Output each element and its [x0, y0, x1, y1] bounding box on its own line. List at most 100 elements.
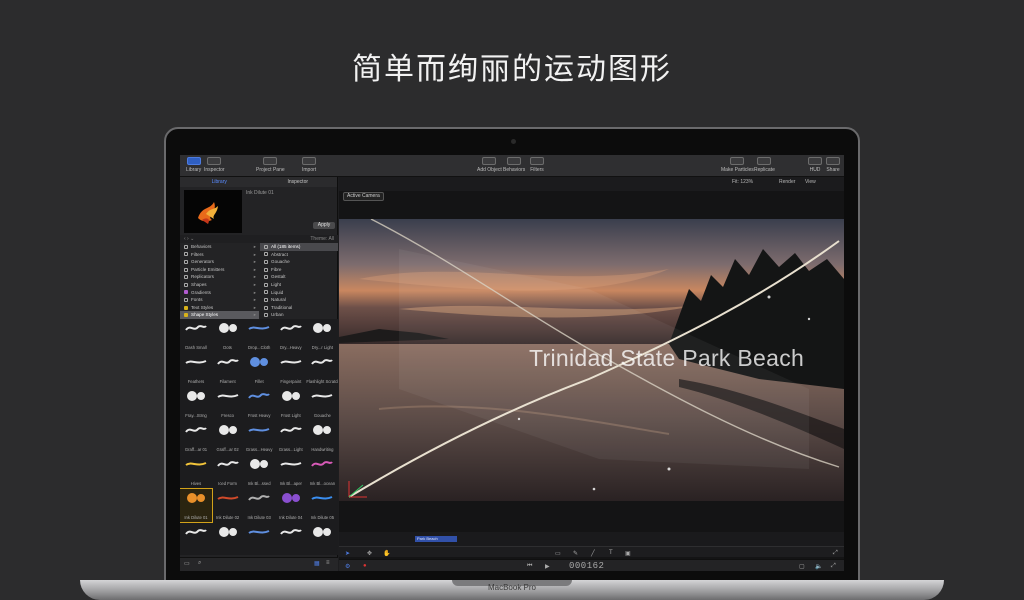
list-item[interactable]: Flashlight Scratch [306, 353, 338, 386]
tab-inspector[interactable]: Inspector [259, 177, 338, 187]
list-item[interactable]: Frost Heavy [243, 387, 275, 420]
list-item[interactable]: Text Styles ▸ [180, 304, 259, 312]
view-menu[interactable]: View [805, 179, 816, 185]
import-button[interactable]: Import [302, 157, 316, 173]
list-item[interactable]: Ink Bl...ssed [243, 455, 275, 488]
theme-filter[interactable]: Theme: All [310, 235, 334, 243]
chevron-right-icon: ▸ [253, 297, 256, 303]
list-item[interactable] [212, 523, 244, 556]
list-item[interactable]: Fibre [260, 266, 338, 274]
share-button[interactable]: Share [826, 157, 840, 173]
behaviors-button[interactable]: Behaviors [503, 157, 525, 173]
timeline-clip[interactable]: Park Beach [415, 536, 457, 542]
list-item[interactable]: Dry...Heavy [275, 319, 307, 352]
list-item[interactable]: Fingerpaint [275, 353, 307, 386]
volume-icon[interactable]: 🔈 [815, 563, 822, 570]
fullscreen-icon[interactable]: ⤢ [831, 563, 836, 570]
list-item[interactable]: Ink Dilute 03 [243, 489, 275, 522]
tab-library[interactable]: Library [180, 177, 259, 187]
mask-tool-icon[interactable]: ▣ [625, 550, 631, 557]
list-item[interactable]: All (185 items) [260, 243, 338, 251]
composition-canvas[interactable]: Trinidad State Park Beach [339, 219, 844, 501]
folder-icon[interactable]: ▭ [184, 560, 190, 567]
hand-tool-icon[interactable]: ✋ [383, 550, 390, 557]
list-item[interactable]: Fray...Strng [180, 387, 212, 420]
replicate-button[interactable]: Replicate [754, 157, 775, 173]
list-item[interactable] [275, 523, 307, 556]
pen-tool-icon[interactable]: ✎ [573, 550, 578, 557]
list-item[interactable]: Ink Bl...ocean [306, 455, 338, 488]
grid-item-label: Dry...r Light [311, 345, 334, 350]
timecode-display[interactable]: 000162 [569, 561, 604, 571]
record-options-icon[interactable]: ⚙ [345, 563, 350, 570]
list-item[interactable]: Gouache [306, 387, 338, 420]
list-item[interactable]: Urban [260, 311, 338, 319]
list-item[interactable]: Light [260, 281, 338, 289]
list-item[interactable]: Fresco [212, 387, 244, 420]
add-object-button[interactable]: Add Object [477, 157, 502, 173]
list-item[interactable]: Traditional [260, 304, 338, 312]
render-menu[interactable]: Render [779, 179, 795, 185]
list-item[interactable]: Gradients ▸ [180, 289, 259, 297]
rectangle-tool-icon[interactable]: ▭ [555, 550, 561, 557]
list-item[interactable]: Iced Form [212, 455, 244, 488]
list-item[interactable] [306, 523, 338, 556]
list-item[interactable]: Ink Dilute 05 [306, 489, 338, 522]
list-item[interactable]: Natural [260, 296, 338, 304]
list-item[interactable]: Handwriting [306, 421, 338, 454]
list-item[interactable]: Frost Light [275, 387, 307, 420]
grid-view-icon[interactable]: ▦ [314, 560, 320, 567]
make-particles-button[interactable]: Make Particles [721, 157, 754, 173]
line-tool-icon[interactable]: ╱ [591, 550, 595, 557]
list-item[interactable]: Ink Bl...aper [275, 455, 307, 488]
list-item[interactable]: Fillet [243, 353, 275, 386]
list-item[interactable] [243, 523, 275, 556]
list-item[interactable]: Gestalt [260, 273, 338, 281]
list-item[interactable]: Fonts ▸ [180, 296, 259, 304]
list-item[interactable]: Grass...Heavy [243, 421, 275, 454]
list-item[interactable]: Behaviors ▸ [180, 243, 259, 251]
go-to-start-icon[interactable]: ⏮ [527, 563, 532, 570]
list-item[interactable]: Dry...r Light [306, 319, 338, 352]
select-tool-icon[interactable]: ➤ [345, 550, 350, 557]
play-icon[interactable]: ▶ [545, 563, 550, 570]
list-item[interactable]: Abstract [260, 251, 338, 259]
park-title-text[interactable]: Trinidad State Park Beach [529, 345, 804, 372]
record-icon[interactable]: ● [363, 563, 367, 569]
project-pane-button[interactable]: Project Pane [256, 157, 285, 173]
camera-select[interactable]: Active Camera [343, 192, 384, 201]
list-item[interactable]: Graff...ar 01 [180, 421, 212, 454]
apply-button[interactable]: Apply [313, 222, 335, 229]
list-item[interactable]: Gouache [260, 258, 338, 266]
list-item[interactable]: Shapes ▸ [180, 281, 259, 289]
list-item[interactable]: Dots [212, 319, 244, 352]
list-item[interactable]: Drop...Cloth [243, 319, 275, 352]
list-item[interactable]: Replicators ▸ [180, 273, 259, 281]
list-item[interactable]: Filters ▸ [180, 251, 259, 259]
fit-zoom[interactable]: Fit: 123% [732, 179, 753, 185]
list-item[interactable]: Ink Dilute 01 [180, 488, 213, 523]
list-item[interactable]: Graff...ar 02 [212, 421, 244, 454]
list-item[interactable]: Particle Emitters ▸ [180, 266, 259, 274]
screen-icon[interactable]: ▢ [799, 563, 805, 570]
library-button[interactable]: Library [186, 157, 201, 173]
list-item[interactable]: Generators ▸ [180, 258, 259, 266]
list-item[interactable]: Hives [180, 455, 212, 488]
search-icon[interactable]: ⌕ [198, 560, 201, 567]
text-tool-icon[interactable]: T [609, 550, 613, 556]
list-item[interactable]: Filament [212, 353, 244, 386]
list-item[interactable]: Grass...Light [275, 421, 307, 454]
list-item[interactable]: Feathers [180, 353, 212, 386]
filters-button[interactable]: Filters [530, 157, 544, 173]
list-item[interactable] [180, 523, 212, 556]
list-view-icon[interactable]: ≡ [326, 560, 330, 566]
list-item[interactable]: Ink Dilute 04 [275, 489, 307, 522]
list-item[interactable]: Liquid [260, 289, 338, 297]
list-item[interactable]: Ink Dilute 02 [212, 489, 244, 522]
expand-icon[interactable]: ⤢ [833, 550, 838, 557]
list-item[interactable]: Dash Small [180, 319, 212, 352]
hud-button[interactable]: HUD [808, 157, 822, 173]
inspector-button[interactable]: Inspector [204, 157, 225, 173]
pan-tool-icon[interactable]: ✥ [367, 550, 372, 557]
list-item[interactable]: Shape Styles ▸ [180, 311, 259, 319]
